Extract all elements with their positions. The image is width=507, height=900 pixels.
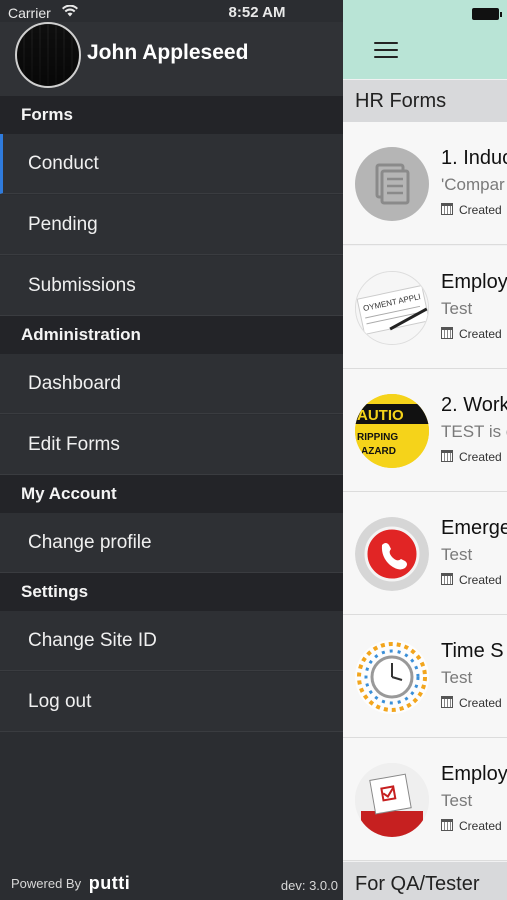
version-label: dev: 3.0.0 [280, 878, 338, 893]
section-header-administration: Administration [0, 316, 343, 354]
document-icon [355, 147, 429, 221]
svg-text:AUTIO: AUTIO [357, 407, 404, 424]
calendar-icon [441, 819, 453, 831]
form-row[interactable]: Time S Test Created [343, 615, 507, 738]
group-header-qa-tester: For QA/Tester [343, 862, 507, 900]
form-title: Time S [441, 640, 504, 662]
calendar-icon [441, 450, 453, 462]
form-title: 1. Induc [441, 147, 507, 169]
menu-item-dashboard[interactable]: Dashboard [0, 354, 343, 414]
avatar [15, 22, 81, 88]
created-label: Created [459, 327, 502, 341]
calendar-icon [441, 203, 453, 215]
menu-item-pending[interactable]: Pending [0, 195, 343, 255]
menu-item-change-site-id[interactable]: Change Site ID [0, 611, 343, 671]
section-header-settings: Settings [0, 573, 343, 611]
section-header-forms: Forms [0, 96, 343, 134]
menu-item-edit-forms[interactable]: Edit Forms [0, 415, 343, 475]
form-row[interactable]: AUTIO RIPPING AZARD 2. Work TEST is c Cr… [343, 369, 507, 492]
forms-panel: HR Forms 1. Induc 'Compar Created OYMENT… [343, 0, 507, 900]
profile-header[interactable]: John Appleseed [0, 22, 343, 96]
menu-item-submissions[interactable]: Submissions [0, 256, 343, 316]
form-meta: Created [441, 327, 502, 341]
form-title: Employ [441, 763, 507, 785]
form-meta: Created [441, 819, 502, 833]
calendar-icon [441, 327, 453, 339]
clock-icon [355, 640, 429, 714]
form-meta: Created [441, 450, 502, 464]
top-bar [343, 0, 507, 79]
form-row[interactable]: Employ Test Created [343, 738, 507, 861]
form-title: Employ [441, 271, 507, 293]
menu-item-change-profile[interactable]: Change profile [0, 513, 343, 573]
form-row[interactable]: 1. Induc 'Compar Created [343, 122, 507, 245]
created-label: Created [459, 819, 502, 833]
emergency-phone-icon [355, 517, 429, 591]
form-meta: Created [441, 696, 502, 710]
powered-by: Powered By putti [11, 872, 130, 893]
created-label: Created [459, 450, 502, 464]
powered-by-label: Powered By [11, 876, 82, 891]
caution-sign-icon: AUTIO RIPPING AZARD [355, 394, 429, 468]
form-row[interactable]: OYMENT APPLI Employ Test Created [343, 246, 507, 369]
form-subtitle: TEST is c [441, 422, 507, 441]
battery-icon [472, 8, 502, 20]
calendar-icon [441, 573, 453, 585]
profile-name: John Appleseed [87, 41, 249, 64]
form-subtitle: Test [441, 791, 473, 810]
form-subtitle: 'Compar [441, 175, 505, 194]
form-subtitle: Test [441, 545, 473, 564]
group-header-hr-forms: HR Forms [343, 80, 507, 122]
form-meta: Created [441, 573, 502, 587]
navigation-drawer: Carrier 8:52 AM John Appleseed Forms Con… [0, 0, 343, 900]
section-header-my-account: My Account [0, 475, 343, 513]
form-meta: Created [441, 203, 502, 217]
complaint-box-icon [355, 763, 429, 837]
form-subtitle: Test [441, 668, 473, 687]
form-subtitle: Test [441, 299, 473, 318]
created-label: Created [459, 203, 502, 217]
menu-item-log-out[interactable]: Log out [0, 672, 343, 732]
created-label: Created [459, 696, 502, 710]
employment-application-icon: OYMENT APPLI [355, 271, 429, 345]
form-title: Emerge [441, 517, 507, 539]
form-row[interactable]: Emerge Test Created [343, 492, 507, 615]
brand-logo: putti [88, 873, 131, 893]
form-title: 2. Work [441, 394, 507, 416]
created-label: Created [459, 573, 502, 587]
menu-item-conduct[interactable]: Conduct [0, 134, 343, 194]
calendar-icon [441, 696, 453, 708]
hamburger-menu-icon[interactable] [374, 42, 398, 60]
svg-text:RIPPING: RIPPING [357, 432, 398, 443]
svg-text:AZARD: AZARD [361, 446, 396, 457]
